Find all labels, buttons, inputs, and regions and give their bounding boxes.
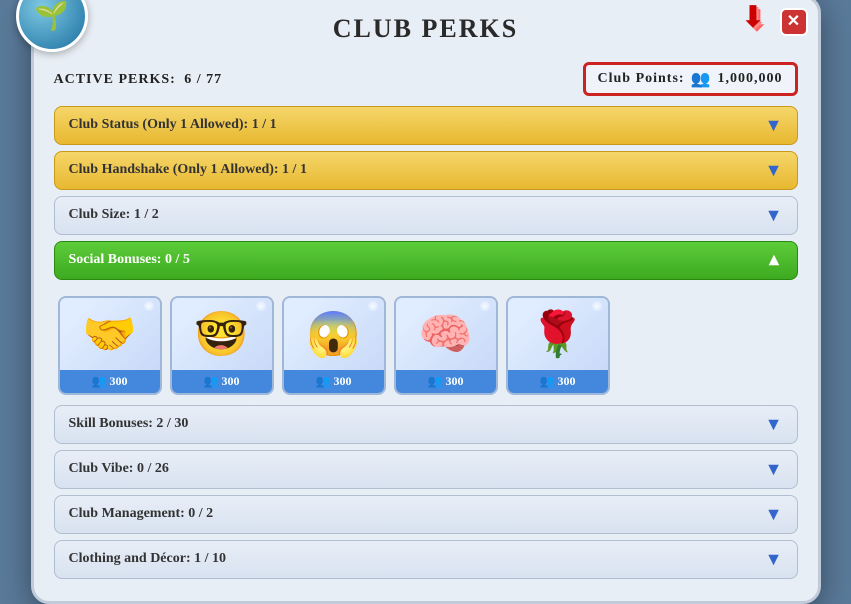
section-label: Club Status (Only 1 Allowed): 1 / 1: [69, 117, 277, 133]
club-points-value: 1,000,000: [718, 71, 783, 87]
perk-cost-glasses: 👥 300: [172, 370, 272, 393]
perk-card-rose[interactable]: 🌹 👥 300: [506, 296, 610, 395]
perk-cost-mouth: 👥 300: [284, 370, 384, 393]
perk-cost-handshake: 👥 300: [60, 370, 160, 393]
chevron-up-icon: ▼: [765, 250, 783, 271]
perks-grid: 🤝 👥 300 🤓 👥 300: [54, 286, 798, 405]
people-icon: 👥: [691, 69, 712, 89]
chevron-down-icon: ▼: [765, 504, 783, 525]
perk-cost-rose: 👥 300: [508, 370, 608, 393]
section-club-vibe[interactable]: Club Vibe: 0 / 26 ▼: [54, 450, 798, 489]
chevron-down-icon: ▼: [765, 549, 783, 570]
club-perks-modal: 🌱 Club Perks ⬇ ✕ Active Perks: 6 / 77 Cl…: [31, 0, 821, 604]
top-bar: Active Perks: 6 / 77 Club Points: 👥 1,00…: [54, 62, 798, 96]
chevron-down-icon: ▼: [765, 459, 783, 480]
chevron-down-icon: ▼: [765, 160, 783, 181]
perk-image-mouth: 😱: [284, 298, 384, 370]
section-social-bonuses[interactable]: Social Bonuses: 0 / 5 ▼: [54, 241, 798, 280]
section-club-handshake[interactable]: Club Handshake (Only 1 Allowed): 1 / 1 ▼: [54, 151, 798, 190]
section-label: Club Vibe: 0 / 26: [69, 461, 169, 477]
perk-card-mouth[interactable]: 😱 👥 300: [282, 296, 386, 395]
perk-cost-brain: 👥 300: [396, 370, 496, 393]
section-label: Club Management: 0 / 2: [69, 506, 214, 522]
perk-image-handshake: 🤝: [60, 298, 160, 370]
modal-title: Club Perks: [333, 14, 518, 44]
active-perks-info: Active Perks: 6 / 77: [54, 70, 223, 88]
chevron-down-icon: ▼: [765, 414, 783, 435]
perk-image-rose: 🌹: [508, 298, 608, 370]
modal-body: Active Perks: 6 / 77 Club Points: 👥 1,00…: [34, 54, 818, 601]
chevron-down-icon: ▼: [765, 205, 783, 226]
section-label: Skill Bonuses: 2 / 30: [69, 416, 189, 432]
section-club-management[interactable]: Club Management: 0 / 2 ▼: [54, 495, 798, 534]
hint-arrow-icon: ⬇: [740, 0, 765, 35]
chevron-down-icon: ▼: [765, 115, 783, 136]
modal-header: 🌱 Club Perks ⬇ ✕: [34, 0, 818, 54]
section-clothing-decor[interactable]: Clothing and Décor: 1 / 10 ▼: [54, 540, 798, 579]
perk-image-glasses: 🤓: [172, 298, 272, 370]
perk-image-brain: 🧠: [396, 298, 496, 370]
perk-card-handshake[interactable]: 🤝 👥 300: [58, 296, 162, 395]
section-label: Club Size: 1 / 2: [69, 207, 159, 223]
section-label: Clothing and Décor: 1 / 10: [69, 551, 227, 567]
section-skill-bonuses[interactable]: Skill Bonuses: 2 / 30 ▼: [54, 405, 798, 444]
section-club-status[interactable]: Club Status (Only 1 Allowed): 1 / 1 ▼: [54, 106, 798, 145]
club-points-badge: Club Points: 👥 1,000,000: [583, 62, 798, 96]
perk-card-brain[interactable]: 🧠 👥 300: [394, 296, 498, 395]
perk-card-glasses[interactable]: 🤓 👥 300: [170, 296, 274, 395]
club-logo: 🌱: [16, 0, 88, 52]
club-points-label: Club Points:: [598, 71, 685, 87]
section-club-size[interactable]: Club Size: 1 / 2 ▼: [54, 196, 798, 235]
section-label: Social Bonuses: 0 / 5: [69, 252, 190, 268]
close-button[interactable]: ✕: [780, 8, 808, 36]
active-perks-label: Active Perks: 6 / 77: [54, 72, 223, 87]
section-label: Club Handshake (Only 1 Allowed): 1 / 1: [69, 162, 307, 178]
